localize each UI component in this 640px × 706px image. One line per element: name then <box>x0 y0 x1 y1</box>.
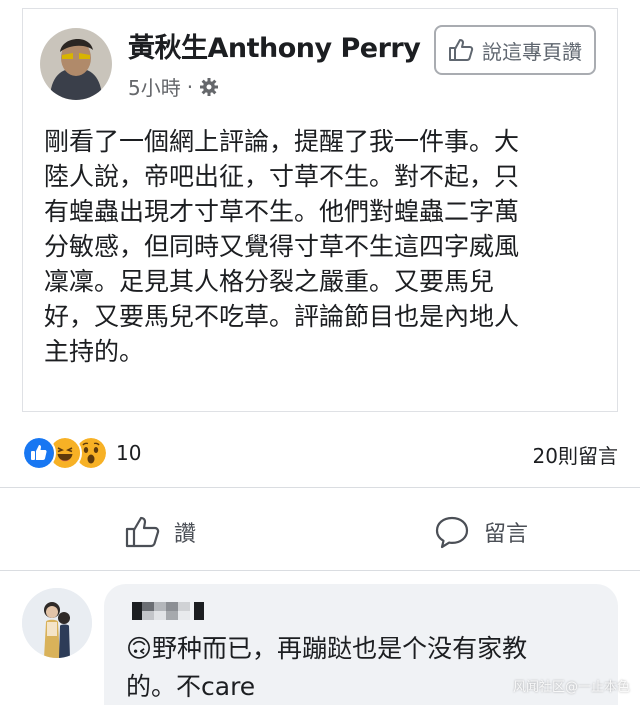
author-avatar[interactable] <box>40 28 112 100</box>
divider <box>0 570 640 571</box>
post-meta: 5小時 · <box>128 72 219 101</box>
commenter-avatar[interactable] <box>22 588 92 658</box>
comment-count[interactable]: 20則留言 <box>533 440 618 469</box>
post-body-line: 陸人說，帝吧出征，寸草不生。對不起，只 <box>44 162 520 191</box>
reaction-summary[interactable]: 10 <box>22 436 141 470</box>
comment-author-pixelated[interactable] <box>132 600 206 622</box>
speech-bubble-icon <box>435 516 469 549</box>
recommend-page-button[interactable]: 說這專頁讚 <box>434 25 596 75</box>
post-body-line: 有蝗蟲出現才寸草不生。他們對蝗蟲二字萬 <box>44 197 520 226</box>
thumbs-up-outline-icon <box>449 39 474 61</box>
comment-button[interactable]: 留言 <box>434 510 528 554</box>
post-body: 剛看了一個網上評論，提醒了我一件事。大 陸人說，帝吧出征，寸草不生。對不起，只 … <box>44 124 592 369</box>
post-time[interactable]: 5小時 <box>128 72 181 101</box>
post-body-line: 分敏感，但同時又覺得寸草不生這四字威風 <box>44 232 520 261</box>
post-body-line: 好，又要馬兒不吃草。評論節目也是內地人 <box>44 302 520 331</box>
comment-text-line: 🙃野种而已，再蹦跶也是个没有家教 <box>126 634 528 663</box>
gear-icon[interactable] <box>199 77 219 97</box>
recommend-label: 說這專頁讚 <box>482 39 582 64</box>
divider <box>0 487 640 488</box>
comment-label: 留言 <box>484 522 529 547</box>
post-body-line: 剛看了一個網上評論，提醒了我一件事。大 <box>44 127 520 156</box>
author-name[interactable]: 黃秋生Anthony Perry <box>128 26 421 65</box>
post-body-line: 主持的。 <box>44 337 145 366</box>
like-button[interactable]: 讚 <box>124 510 196 554</box>
like-label: 讚 <box>174 522 197 547</box>
reaction-count: 10 <box>116 441 142 465</box>
watermark: 风闻社区@一止本色 <box>512 680 630 695</box>
thumbs-up-outline-icon <box>125 516 160 548</box>
like-reaction-icon <box>22 436 56 470</box>
post-body-line: 凜凜。足見其人格分裂之嚴重。又要馬兒 <box>44 267 495 296</box>
meta-separator: · <box>186 74 194 99</box>
